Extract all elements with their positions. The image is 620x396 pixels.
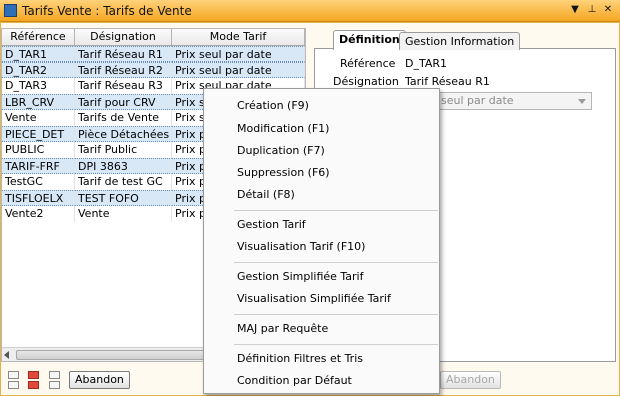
designation-cell: Tarif Réseau R3 bbox=[75, 78, 172, 94]
reference-cell: TISFLOELX bbox=[2, 190, 75, 206]
menu-item-modification[interactable]: Modification (F1) bbox=[237, 122, 329, 135]
menu-item-visualisation-simplifiee[interactable]: Visualisation Simplifiée Tarif bbox=[237, 292, 391, 305]
tab-gestion-information[interactable]: Gestion Information bbox=[399, 32, 521, 50]
designation-label: Désignation bbox=[333, 75, 399, 88]
window-titlebar: Tarifs Vente : Tarifs de Vente ▼ ⊥ ✕ bbox=[0, 0, 620, 22]
column-header-mode[interactable]: Mode Tarif bbox=[172, 29, 305, 45]
pin-icon[interactable]: ⊥ bbox=[585, 3, 599, 17]
nav-end-button[interactable] bbox=[49, 381, 60, 389]
nav-prev-button[interactable] bbox=[8, 381, 19, 389]
designation-value: Tarif Réseau R1 bbox=[405, 75, 490, 88]
column-header-reference[interactable]: Référence bbox=[2, 29, 75, 45]
reference-cell: Vente2 bbox=[2, 206, 75, 222]
nav-delete-button[interactable] bbox=[28, 371, 39, 379]
menu-item-duplication[interactable]: Duplication (F7) bbox=[237, 144, 325, 157]
close-icon[interactable]: ✕ bbox=[601, 3, 615, 17]
table-row[interactable]: D_TAR1 Tarif Réseau R1 Prix seul par date bbox=[2, 46, 305, 62]
menu-item-gestion-simplifiee[interactable]: Gestion Simplifiée Tarif bbox=[237, 270, 364, 283]
reference-cell: D_TAR2 bbox=[2, 62, 75, 78]
mode-cell: Prix seul par date bbox=[172, 46, 305, 62]
reference-cell: Vente bbox=[2, 110, 75, 126]
mode-cell: Prix seul par date bbox=[172, 62, 305, 78]
menu-item-gestion-tarif[interactable]: Gestion Tarif bbox=[237, 218, 306, 231]
menu-separator bbox=[234, 262, 438, 263]
menu-separator bbox=[234, 314, 438, 315]
app-icon bbox=[4, 4, 17, 17]
grid-header: Référence Désignation Mode Tarif bbox=[2, 29, 305, 46]
chevron-down-icon[interactable] bbox=[578, 99, 586, 104]
nav-last-button[interactable] bbox=[49, 371, 60, 379]
menu-item-condition-defaut[interactable]: Condition par Défaut bbox=[237, 374, 352, 387]
menu-item-creation[interactable]: Création (F9) bbox=[237, 99, 309, 112]
column-header-designation[interactable]: Désignation bbox=[75, 29, 172, 45]
abandon-button-left[interactable]: Abandon bbox=[69, 371, 130, 389]
designation-cell: TEST FOFO bbox=[75, 190, 172, 206]
tab-definition[interactable]: Définition bbox=[333, 30, 406, 50]
menu-item-maj-requete[interactable]: MAJ par Requête bbox=[237, 322, 328, 335]
scrollbar-thumb[interactable] bbox=[16, 350, 206, 360]
designation-cell: DPI 3863 bbox=[75, 158, 172, 174]
reference-cell: PUBLIC bbox=[2, 142, 75, 158]
dropdown-icon[interactable]: ▼ bbox=[568, 3, 582, 17]
menu-separator bbox=[234, 210, 438, 211]
designation-cell: Pièce Détachées bbox=[75, 126, 172, 142]
reference-cell: TARIF-FRF bbox=[2, 158, 75, 174]
reference-cell: D_TAR1 bbox=[2, 46, 75, 62]
menu-item-suppression[interactable]: Suppression (F6) bbox=[237, 166, 330, 179]
scroll-left-icon[interactable] bbox=[4, 351, 9, 359]
designation-cell: Tarifs de Vente bbox=[75, 110, 172, 126]
reference-label: Référence bbox=[340, 57, 396, 70]
menu-separator bbox=[234, 344, 438, 345]
designation-cell: Tarif pour CRV bbox=[75, 94, 172, 110]
designation-cell: Tarif Réseau R2 bbox=[75, 62, 172, 78]
designation-cell: Tarif de test GC bbox=[75, 174, 172, 190]
nav-next-button[interactable] bbox=[28, 381, 39, 389]
designation-cell: Tarif Public bbox=[75, 142, 172, 158]
reference-cell: D_TAR3 bbox=[2, 78, 75, 94]
menu-item-filtres-tris[interactable]: Définition Filtres et Tris bbox=[237, 352, 363, 365]
window-title: Tarifs Vente : Tarifs de Vente bbox=[22, 4, 192, 18]
context-menu: Création (F9) Modification (F1) Duplicat… bbox=[203, 88, 440, 394]
menu-item-visualisation-tarif[interactable]: Visualisation Tarif (F10) bbox=[237, 240, 365, 253]
reference-cell: PIECE_DET bbox=[2, 126, 75, 142]
designation-cell: Vente bbox=[75, 206, 172, 222]
abandon-button-right[interactable]: Abandon bbox=[440, 371, 501, 389]
mode-tarif-value: seul par date bbox=[441, 94, 514, 107]
table-row[interactable]: D_TAR2 Tarif Réseau R2 Prix seul par date bbox=[2, 62, 305, 78]
menu-item-detail[interactable]: Détail (F8) bbox=[237, 188, 295, 201]
reference-cell: TestGC bbox=[2, 174, 75, 190]
reference-cell: LBR_CRV bbox=[2, 94, 75, 110]
nav-first-button[interactable] bbox=[8, 371, 19, 379]
reference-value: D_TAR1 bbox=[405, 57, 448, 70]
designation-cell: Tarif Réseau R1 bbox=[75, 46, 172, 62]
